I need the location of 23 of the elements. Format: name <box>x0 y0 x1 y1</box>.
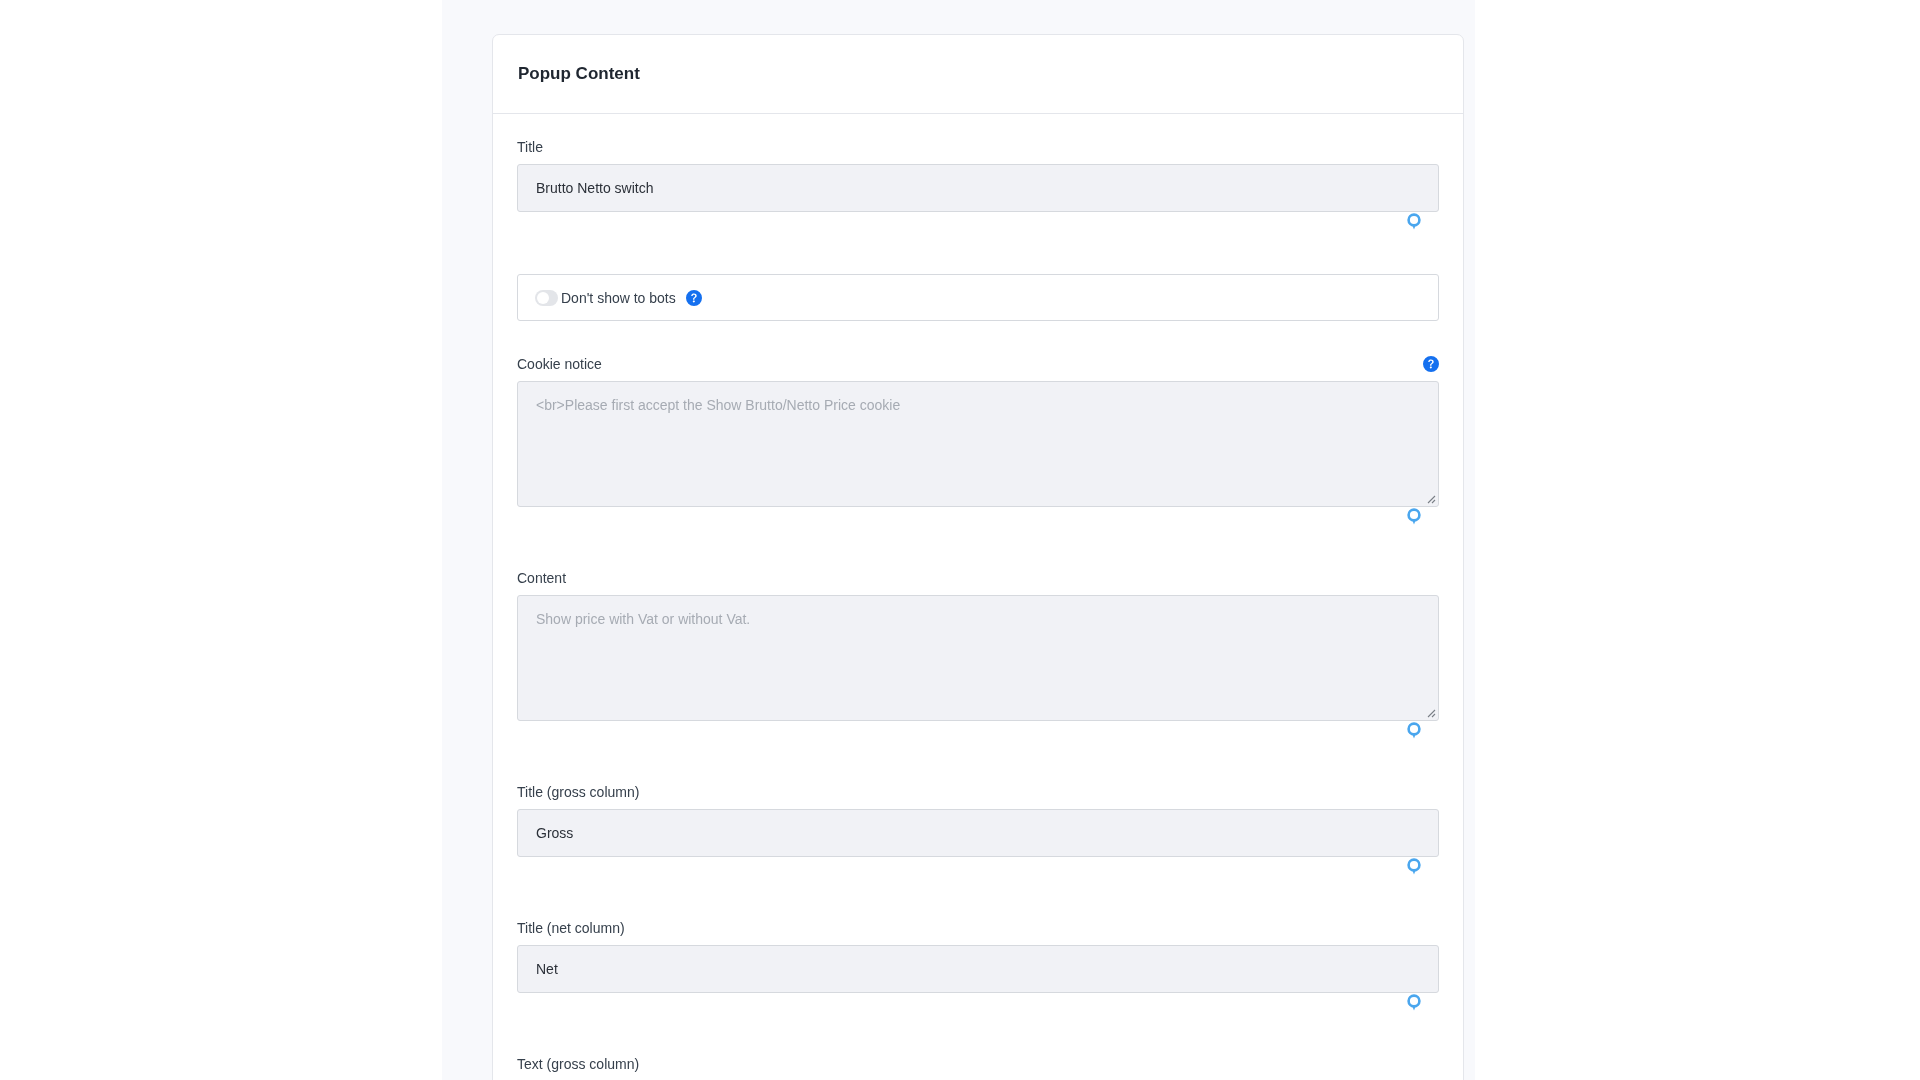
card-title: Popup Content <box>518 63 640 86</box>
resize-handle-icon[interactable] <box>1427 495 1436 504</box>
ring-marker-icon[interactable] <box>1407 857 1421 875</box>
help-icon[interactable] <box>1423 356 1439 372</box>
resize-handle-icon[interactable] <box>1427 709 1436 718</box>
ring-marker-icon[interactable] <box>1407 993 1421 1011</box>
field-label: Title <box>517 138 543 156</box>
field-label: Title (gross column) <box>517 783 640 801</box>
toggle-label: Don't show to bots <box>561 288 676 307</box>
text-input[interactable]: Gross <box>517 809 1439 857</box>
ring-marker-icon[interactable] <box>1407 507 1421 525</box>
text-area[interactable]: Show price with Vat or without Vat. <box>517 595 1439 721</box>
field-label: Title (net column) <box>517 919 625 937</box>
toggle-switch[interactable] <box>535 289 558 306</box>
ring-marker-icon[interactable] <box>1407 212 1421 230</box>
field-label: Content <box>517 569 567 587</box>
field-label: Text (gross column) <box>517 1055 640 1073</box>
ring-marker-icon[interactable] <box>1407 721 1421 739</box>
text-input[interactable]: Brutto Netto switch <box>517 164 1439 212</box>
help-icon[interactable] <box>685 289 702 306</box>
text-input[interactable]: Net <box>517 945 1439 993</box>
text-area[interactable]: <br>Please first accept the Show Brutto/Netto Price cookie <box>517 381 1439 507</box>
field-label: Cookie notice <box>517 355 602 373</box>
